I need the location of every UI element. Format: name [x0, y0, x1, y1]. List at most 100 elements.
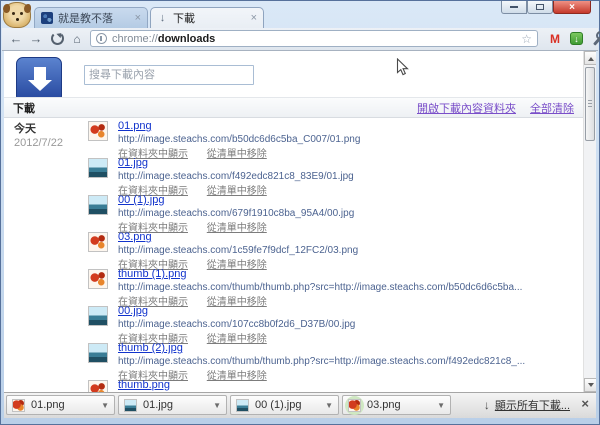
- shelf-item-label: 03.png: [367, 399, 434, 411]
- close-icon: ×: [569, 3, 575, 12]
- tab-downloads[interactable]: ↓ 下載 ×: [150, 7, 264, 28]
- date-label: 今天: [14, 122, 63, 136]
- file-thumbnail: [236, 399, 249, 412]
- download-row: 00 (1).jpg http://image.steachs.com/679f…: [88, 194, 568, 231]
- download-row: thumb (1).png http://image.steachs.com/t…: [88, 268, 568, 305]
- tab-strip: 就是教不落 × ↓ 下載 × ×: [1, 1, 599, 28]
- tab-blog[interactable]: 就是教不落 ×: [34, 7, 148, 28]
- chevron-down-icon[interactable]: ▼: [325, 401, 333, 410]
- file-link[interactable]: thumb (1).png: [118, 268, 186, 280]
- profile-avatar[interactable]: [3, 2, 31, 28]
- file-url: http://image.steachs.com/thumb/thumb.php…: [118, 356, 568, 368]
- downloads-list: 今天 2012/7/22 01.png http://image.steachs…: [4, 120, 583, 392]
- page-info-icon[interactable]: [96, 33, 107, 44]
- show-all-downloads[interactable]: ↓ 顯示所有下載...: [484, 397, 570, 413]
- tab-blog-close-icon[interactable]: ×: [135, 13, 141, 23]
- date-group: 今天 2012/7/22: [14, 122, 63, 150]
- tab-downloads-close-icon[interactable]: ×: [251, 13, 257, 23]
- file-url: http://image.steachs.com/1c59fe7f9dcf_12…: [118, 245, 568, 257]
- back-button[interactable]: ←: [7, 30, 25, 47]
- file-url: http://image.steachs.com/107cc8b0f2d6_D3…: [118, 319, 568, 331]
- downloads-extension-icon[interactable]: ↓: [570, 32, 583, 45]
- download-row: 03.png http://image.steachs.com/1c59fe7f…: [88, 231, 568, 268]
- home-button[interactable]: ⌂: [68, 30, 86, 47]
- chevron-down-icon[interactable]: ▼: [213, 401, 221, 410]
- download-row: 01.jpg http://image.steachs.com/f492edc8…: [88, 157, 568, 194]
- download-row: thumb.png: [88, 379, 568, 392]
- download-row: 00.jpg http://image.steachs.com/107cc8b0…: [88, 305, 568, 342]
- shelf-item[interactable]: 03.png ▼: [342, 395, 451, 415]
- recent-download-halo: [345, 396, 364, 415]
- chevron-down-icon[interactable]: ▼: [437, 401, 445, 410]
- shelf-item-label: 01.png: [31, 399, 98, 411]
- show-all-downloads-link[interactable]: 顯示所有下載...: [495, 397, 570, 413]
- blog-favicon: [41, 12, 53, 24]
- download-row: thumb (2).jpg http://image.steachs.com/t…: [88, 342, 568, 379]
- scroll-up-icon: [588, 54, 594, 61]
- maximize-button[interactable]: [527, 1, 553, 14]
- file-link[interactable]: 03.png: [118, 231, 152, 243]
- file-link[interactable]: 01.png: [118, 120, 152, 132]
- scroll-up-button[interactable]: [584, 51, 596, 65]
- file-thumbnail: [12, 399, 25, 412]
- tab-blog-label: 就是教不落: [58, 10, 131, 26]
- file-url: http://image.steachs.com/b50dc6d6c5ba_C0…: [118, 134, 568, 146]
- shelf-close-icon[interactable]: ×: [581, 397, 589, 410]
- scrollbar-thumb[interactable]: [585, 67, 595, 141]
- search-downloads-input[interactable]: [84, 65, 254, 85]
- file-link[interactable]: 01.jpg: [118, 157, 148, 169]
- file-thumbnail: [88, 121, 108, 141]
- file-thumbnail: [88, 343, 108, 363]
- close-button[interactable]: ×: [553, 1, 591, 14]
- download-favicon: ↓: [157, 13, 168, 24]
- clear-all-link[interactable]: 全部清除: [530, 100, 574, 116]
- browser-toolbar: ← → ⌂ chrome:// downloads ☆ M ↓: [2, 28, 598, 51]
- gmail-extension-icon[interactable]: M: [550, 32, 560, 46]
- window-controls: ×: [501, 1, 591, 14]
- maximize-icon: [536, 4, 544, 10]
- file-link[interactable]: 00 (1).jpg: [118, 194, 164, 206]
- shelf-item[interactable]: 00 (1).jpg ▼: [230, 395, 339, 415]
- downloads-title: 下載: [13, 100, 35, 116]
- file-thumbnail: [88, 232, 108, 252]
- file-thumbnail: [88, 158, 108, 178]
- bookmark-star-icon[interactable]: ☆: [521, 32, 532, 46]
- file-url: http://image.steachs.com/679f1910c8ba_95…: [118, 208, 568, 220]
- open-downloads-folder-link[interactable]: 開啟下載內容資料夾: [417, 100, 516, 116]
- file-thumbnail: [124, 399, 137, 412]
- chevron-down-icon[interactable]: ▼: [101, 401, 109, 410]
- reload-icon: [51, 32, 64, 45]
- chrome-window: 就是教不落 × ↓ 下載 × × ← → ⌂ chrome:// downloa…: [0, 0, 600, 425]
- forward-button[interactable]: →: [27, 30, 45, 47]
- file-thumbnail: [348, 399, 361, 412]
- download-shelf: 01.png ▼ 01.jpg ▼ 00 (1).jpg ▼ 03.png ▼ …: [4, 392, 596, 418]
- file-link[interactable]: thumb.png: [118, 379, 170, 391]
- reload-button[interactable]: [48, 30, 66, 47]
- file-thumbnail: [88, 195, 108, 215]
- minimize-button[interactable]: [501, 1, 527, 14]
- url-scheme: chrome://: [112, 33, 158, 45]
- date-value: 2012/7/22: [14, 136, 63, 150]
- url-host: downloads: [158, 33, 215, 45]
- shelf-item[interactable]: 01.jpg ▼: [118, 395, 227, 415]
- download-row: 01.png http://image.steachs.com/b50dc6d6…: [88, 120, 568, 157]
- file-url: http://image.steachs.com/f492edc821c8_83…: [118, 171, 568, 183]
- file-thumbnail: [88, 380, 108, 392]
- file-link[interactable]: 00.jpg: [118, 305, 148, 317]
- address-bar[interactable]: chrome:// downloads ☆: [90, 30, 538, 47]
- scroll-down-button[interactable]: [584, 378, 596, 392]
- scroll-down-icon: [588, 383, 594, 390]
- shelf-item[interactable]: 01.png ▼: [6, 395, 115, 415]
- browser-window: { "tabs": { "blog": { "label": "就是教不落" }…: [0, 0, 600, 425]
- file-link[interactable]: thumb (2).jpg: [118, 342, 183, 354]
- shelf-item-label: 00 (1).jpg: [255, 399, 322, 411]
- download-arrow-icon: ↓: [484, 398, 490, 412]
- wrench-menu-icon[interactable]: [590, 32, 600, 45]
- file-thumbnail: [88, 306, 108, 326]
- downloads-page: 下載 開啟下載內容資料夾 全部清除 今天 2012/7/22 01.png ht…: [4, 51, 596, 392]
- file-thumbnail: [88, 269, 108, 289]
- page-scrollbar[interactable]: [583, 51, 596, 392]
- minimize-icon: [510, 6, 518, 8]
- shelf-item-label: 01.jpg: [143, 399, 210, 411]
- downloads-list-header: 下載 開啟下載內容資料夾 全部清除: [4, 97, 583, 118]
